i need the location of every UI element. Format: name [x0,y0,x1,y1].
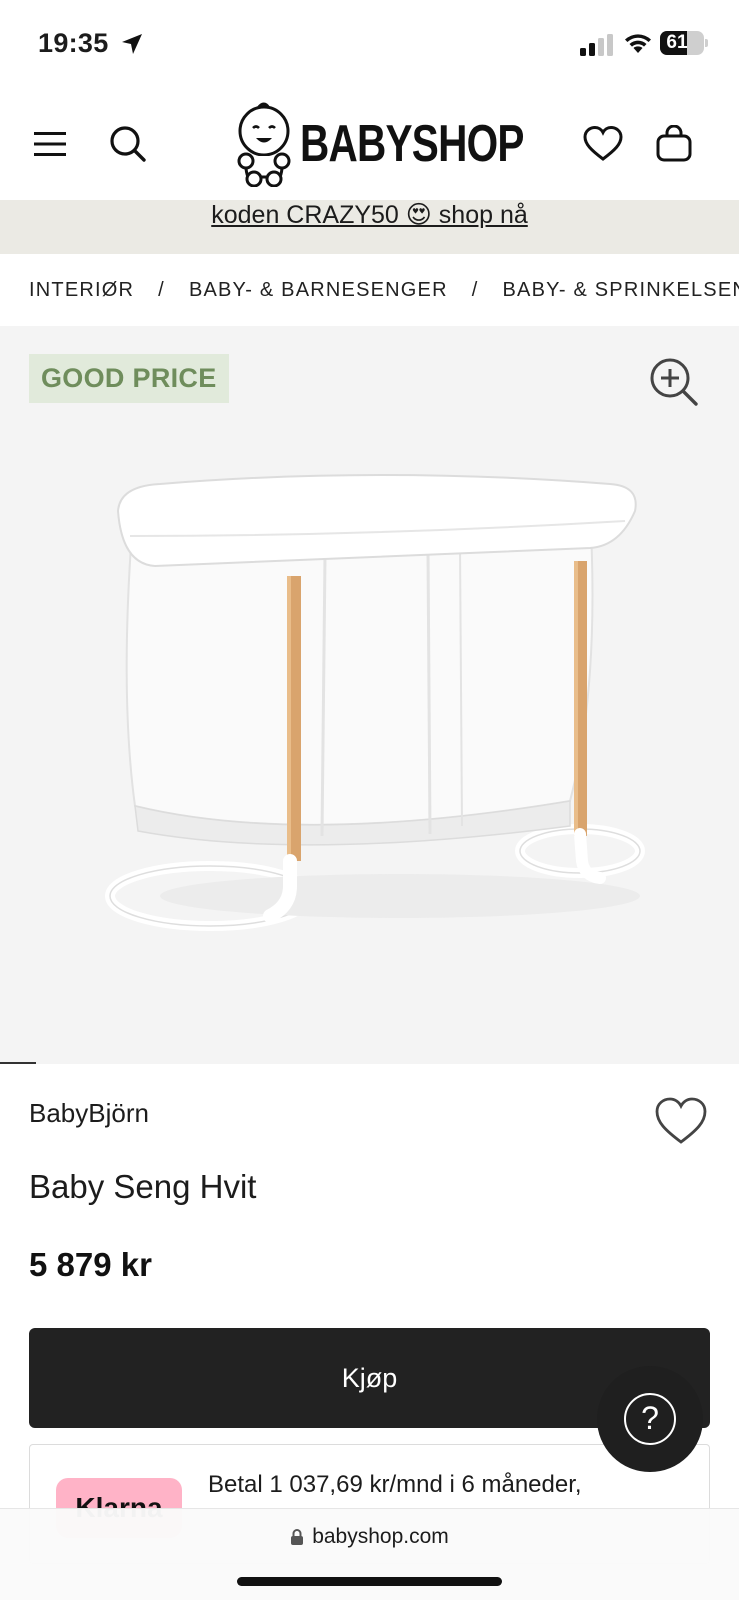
baby-crib-image [105,474,645,931]
lock-icon [291,1529,304,1545]
zoom-button[interactable] [648,356,700,408]
cart-button[interactable] [648,118,700,170]
status-bar: 19:35 61 [0,0,739,88]
menu-button[interactable] [24,118,76,170]
product-brand[interactable]: BabyBjörn [29,1098,149,1129]
breadcrumb-separator: / [471,278,479,301]
good-price-badge: GOOD PRICE [29,354,229,403]
breadcrumb: INTERIØR / BABY- & BARNESENGER / BABY- &… [0,254,739,326]
gallery-page-indicator [0,1062,36,1064]
product-name: Baby Seng Hvit [29,1168,257,1205]
cellular-signal-icon [580,34,613,56]
product-gallery[interactable]: GOOD PRICE [0,326,739,1064]
logo-text: BABYSHOP [300,115,524,173]
add-to-wishlist-button[interactable] [654,1096,708,1150]
heart-icon [583,126,623,161]
shopping-bag-icon [656,125,692,162]
url-text[interactable]: babyshop.com [312,1525,449,1549]
question-mark-icon: ? [624,1393,676,1445]
search-button[interactable] [102,118,154,170]
zoom-in-icon [650,358,698,406]
search-icon [110,126,146,162]
menu-icon [34,132,66,156]
status-time: 19:35 [38,28,109,58]
heart-icon [655,1097,707,1144]
wishlist-button[interactable] [577,118,629,170]
promo-text[interactable]: koden CRAZY50 😍 shop nå [0,200,739,230]
location-arrow-icon [122,34,142,54]
site-header: BABYSHOP [0,88,739,200]
battery-icon: 61 [660,31,708,55]
klarna-text: Betal 1 037,69 kr/mnd i 6 måneder, [208,1471,582,1498]
home-indicator [237,1577,502,1586]
wifi-icon [625,34,651,53]
battery-percent: 61 [666,32,688,53]
help-button[interactable]: ? [597,1366,703,1472]
browser-url-bar[interactable]: babyshop.com [0,1508,739,1600]
breadcrumb-item-beds[interactable]: BABY- & BARNESENGER [189,279,448,302]
product-price: 5 879 kr [29,1246,152,1283]
babyshop-logo[interactable]: BABYSHOP [234,98,587,190]
breadcrumb-item-cribs[interactable]: BABY- & SPRINKELSENGER [503,279,739,302]
breadcrumb-item-interior[interactable]: INTERIØR [29,279,134,302]
promo-banner[interactable]: koden CRAZY50 😍 shop nå [0,200,739,254]
breadcrumb-separator: / [158,278,165,301]
baby-mascot-icon [237,102,291,187]
